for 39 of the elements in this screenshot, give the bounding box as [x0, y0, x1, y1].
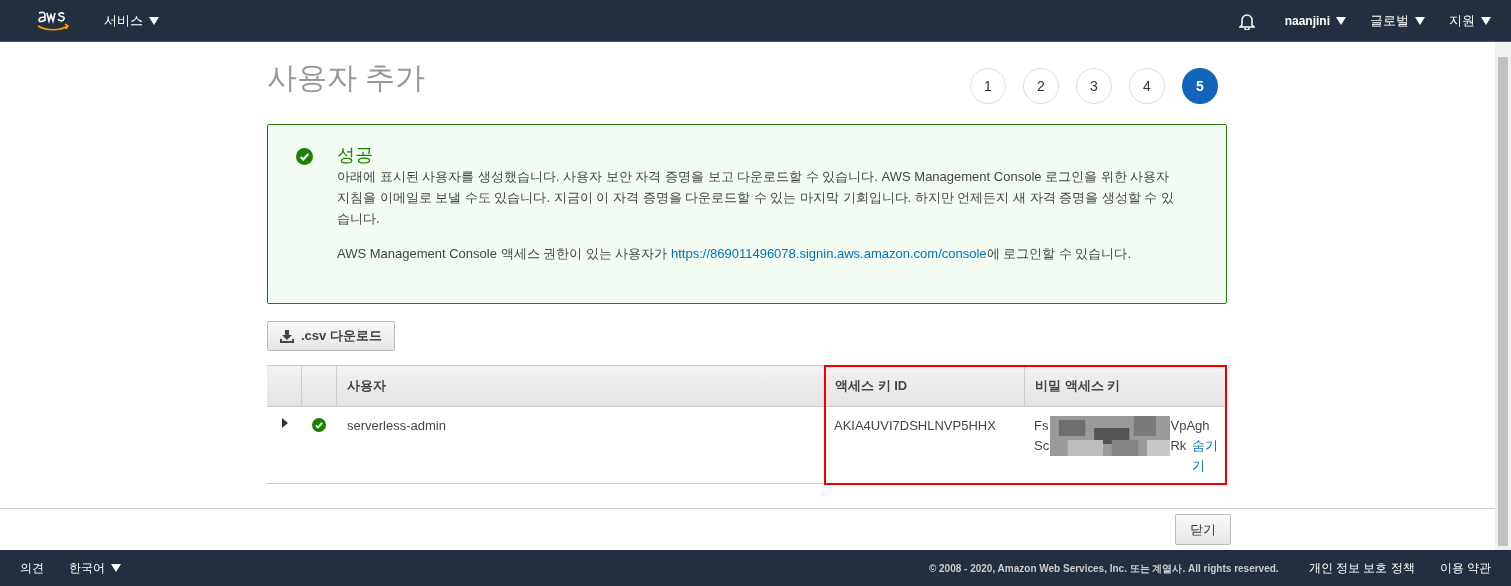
caret-icon — [149, 16, 159, 25]
region-menu[interactable]: 글로벌 — [1370, 10, 1425, 31]
caret-right-icon[interactable] — [282, 418, 289, 428]
account-menu[interactable]: naanjini — [1284, 11, 1346, 30]
console-link[interactable]: https://869011496078.signin.aws.amazon.com/console — [671, 246, 987, 261]
bell-icon[interactable] — [1238, 11, 1255, 30]
success-check-icon — [312, 418, 326, 432]
caret-icon — [111, 564, 121, 572]
secret-key-text: Rk — [1170, 437, 1188, 455]
aws-logo[interactable] — [36, 9, 70, 32]
column-header: 비밀 액세스 키 — [1035, 377, 1121, 396]
login-message: AWS Management Console 액세스 권한이 있는 사용자가 https://869011496078.signin.aws.amazon.com/console에 로그인할 수 있습니다. — [337, 245, 1133, 263]
column-header: 사용자 — [347, 377, 386, 396]
copyright-text: © 2008 - 2020, Amazon Web Services, Inc. 또는 계열사. All rights reserved. — [928, 561, 1279, 576]
scrollbar[interactable] — [1495, 42, 1511, 550]
alert-message: 아래에 표시된 사용자를 생성했습니다. 사용자 보안 자격 증명을 보고 다운로드할 수 있습니다. AWS Management Console 로그인을 위한 사용자 지침을 이메일로 보낼 수도 있습니다. 지금이 이 자격 증명을 다운로드할 수 있는 마지막 기회입니다. 하지만 언제든지 새 자격 증명을 생성할 수 있습니다. — [337, 168, 1176, 228]
close-button[interactable]: 닫기 — [1175, 514, 1231, 545]
column-header: 액세스 키 ID — [835, 377, 908, 396]
secret-key-text: Sc — [1034, 437, 1051, 455]
terms-link[interactable]: 이용 약관 — [1439, 559, 1491, 577]
success-check-icon — [296, 148, 313, 165]
secret-key-text: VpAgh — [1170, 417, 1211, 435]
support-menu[interactable]: 지원 — [1449, 10, 1491, 31]
access-key-id: AKIA4UVI7DSHLNVP5HHX — [834, 418, 996, 433]
download-csv-button[interactable]: .csv 다운로드 — [267, 321, 395, 351]
language-menu[interactable]: 한국어 — [69, 559, 121, 577]
user-name: serverless-admin — [347, 418, 446, 433]
services-menu[interactable]: 서비스 — [104, 10, 159, 31]
privacy-link[interactable]: 개인 정보 보호 정책 — [1308, 559, 1415, 577]
step-indicator[interactable]: 5 — [1182, 68, 1218, 104]
page-title: 사용자 추가 — [267, 60, 426, 96]
caret-icon — [1415, 16, 1425, 25]
secret-key-text: Fs — [1034, 417, 1050, 435]
caret-icon — [1481, 16, 1491, 25]
caret-icon — [1336, 16, 1346, 25]
hide-link[interactable]: 숨기기 — [1191, 436, 1220, 476]
download-icon — [280, 329, 294, 343]
alert-title: 성공 — [337, 144, 374, 166]
feedback-link[interactable]: 의견 — [20, 559, 44, 577]
